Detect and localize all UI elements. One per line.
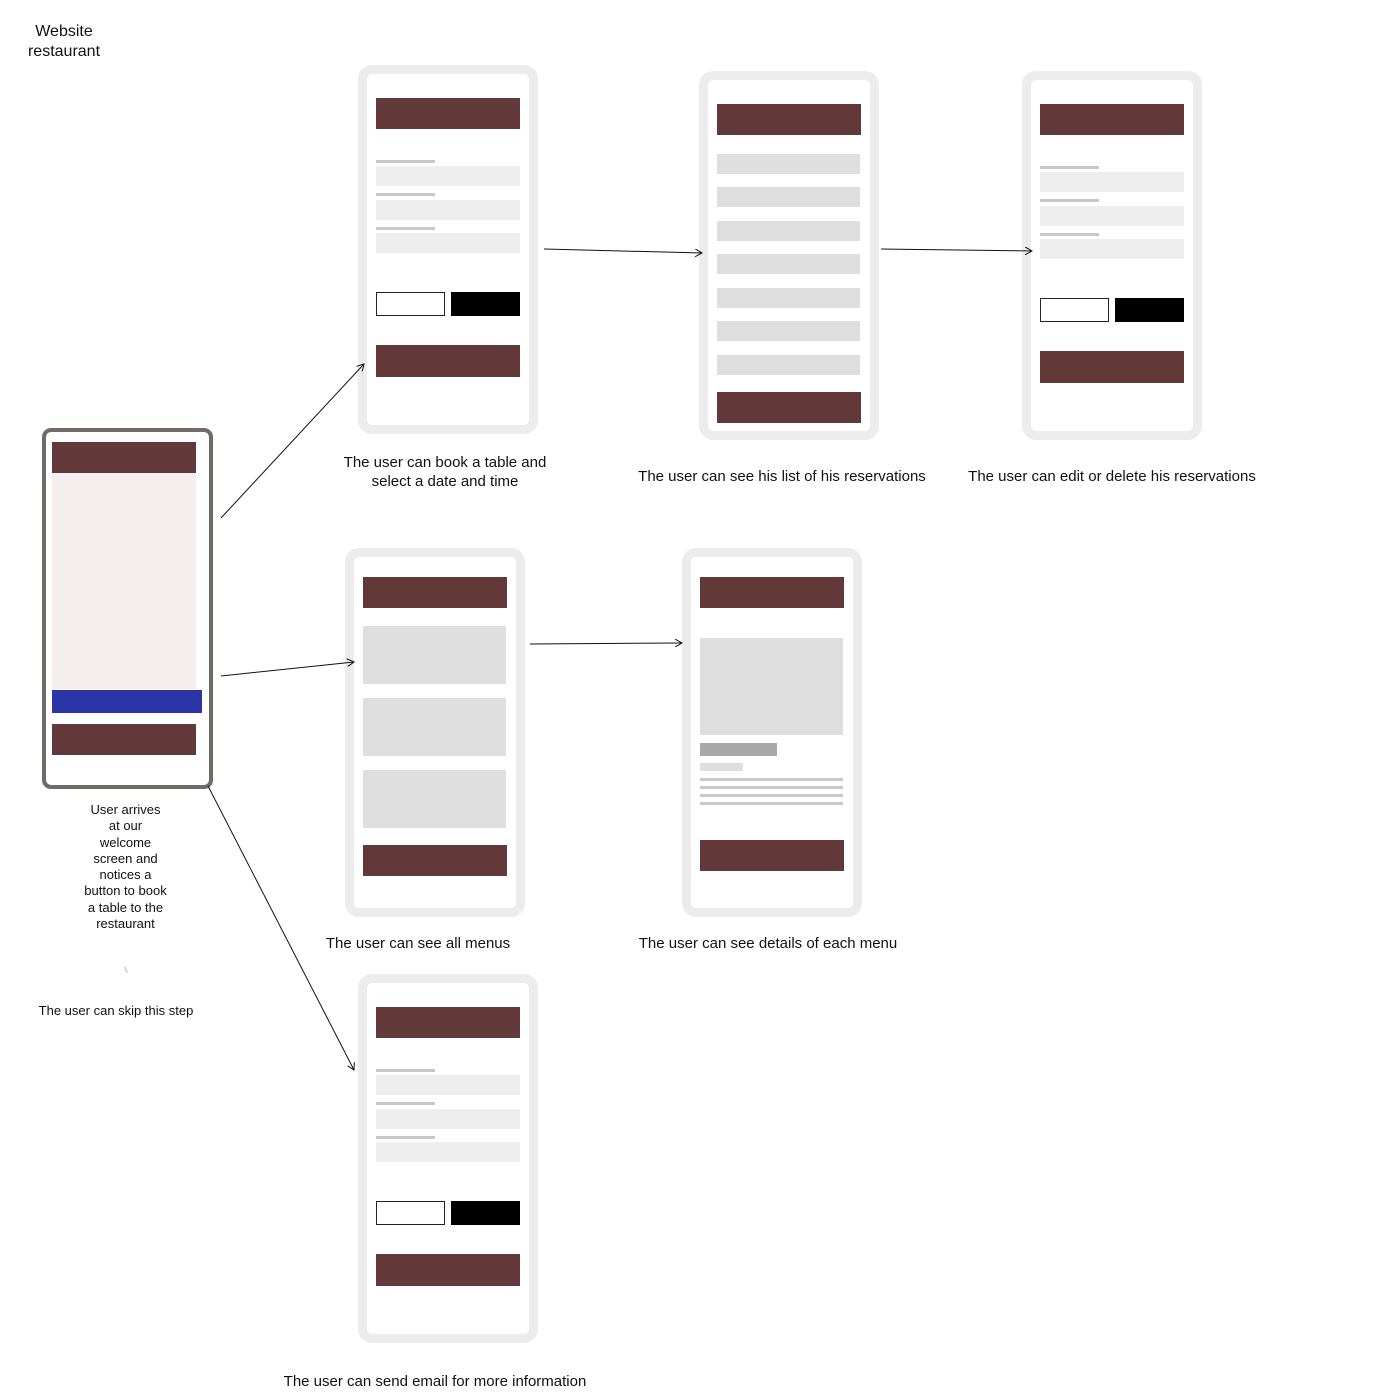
arrow-list-to-edit [880, 249, 1032, 251]
arrow-menus-to-details [529, 643, 682, 644]
arrow-welcome-to-email [207, 785, 354, 1070]
flow-arrows [207, 0, 1400, 1400]
arrow-welcome-to-menus [220, 662, 354, 677]
arrow-booking-to-list [543, 248, 702, 253]
arrow-welcome-to-booking [220, 364, 364, 519]
